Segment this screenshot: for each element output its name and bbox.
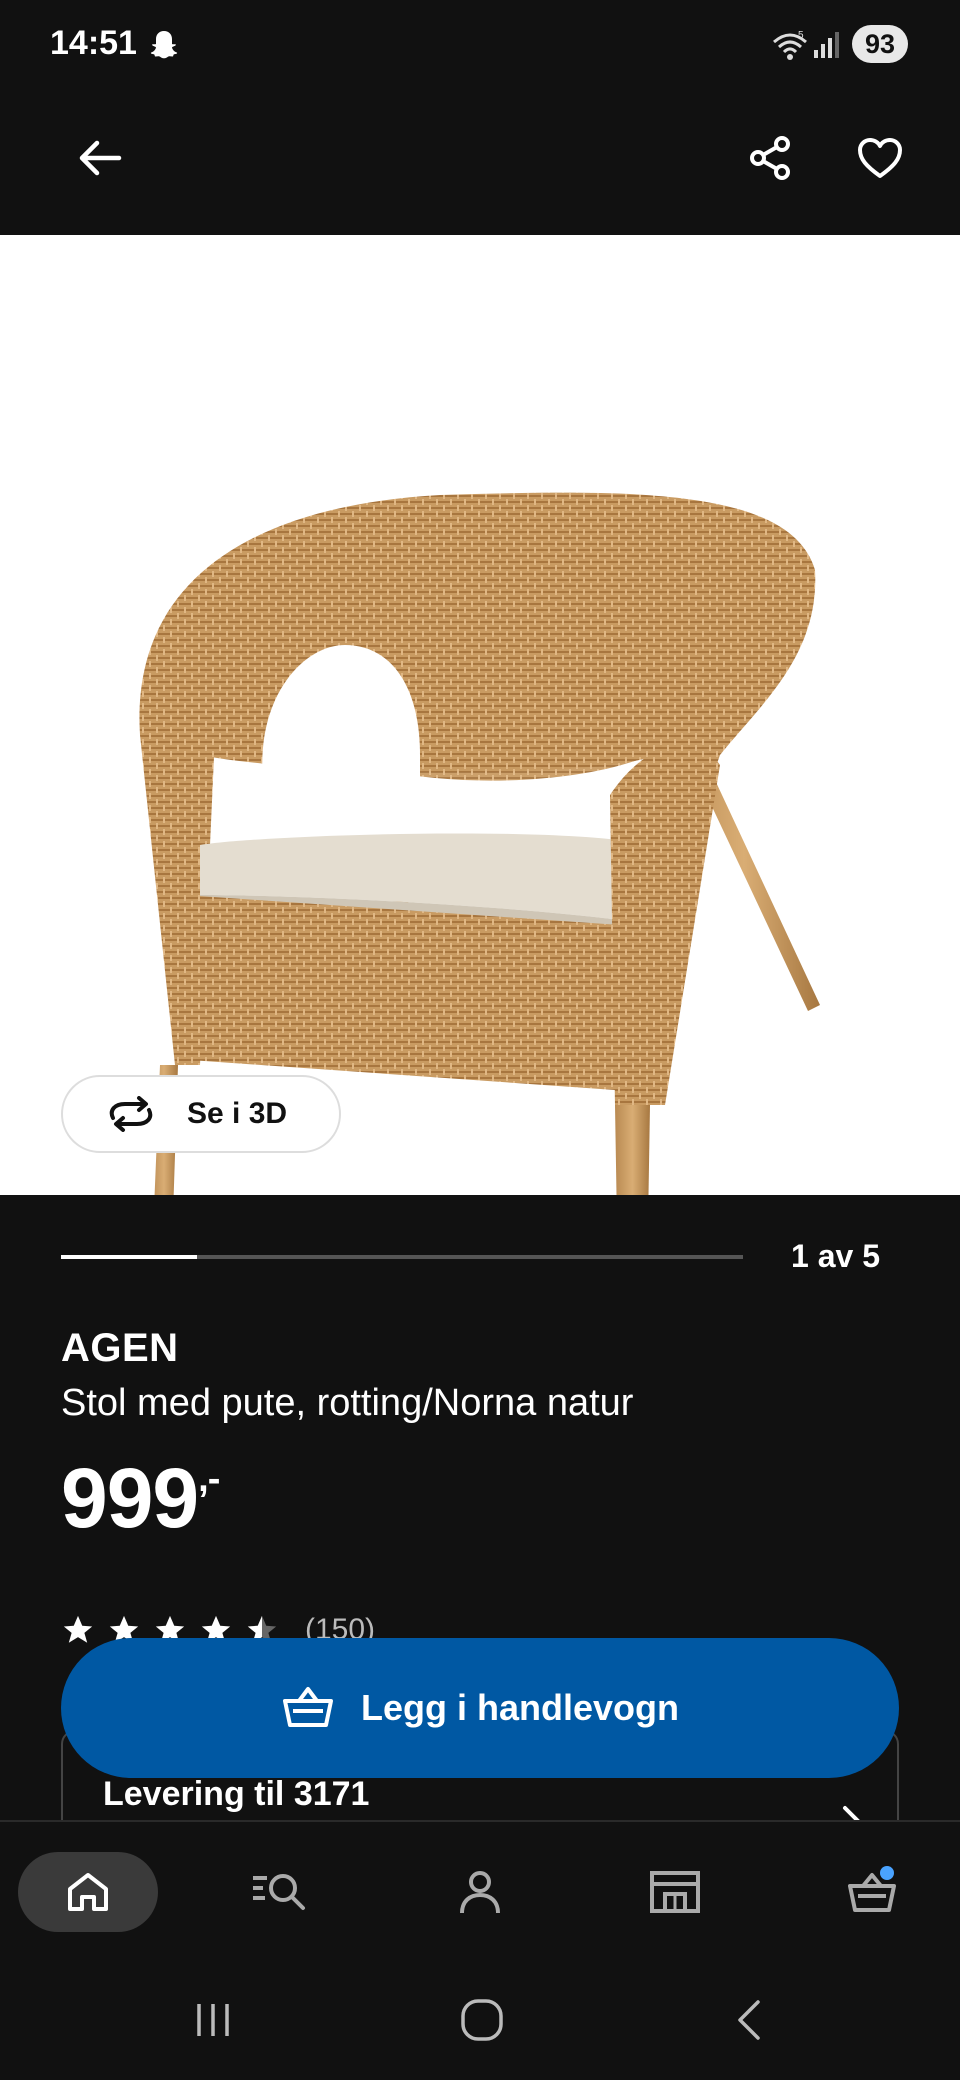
home-system-button[interactable] <box>442 1990 522 2050</box>
delivery-label: Levering til 3171 <box>103 1775 370 1813</box>
product-description: Stol med pute, rotting/Norna natur <box>61 1382 634 1424</box>
product-image[interactable]: Se i 3D <box>0 235 960 1195</box>
heart-icon <box>858 138 902 178</box>
rotate-3d-icon <box>109 1096 153 1132</box>
add-to-cart-label: Legg i handlevogn <box>360 1687 679 1728</box>
nav-home[interactable] <box>18 1852 158 1932</box>
store-icon <box>650 1871 700 1913</box>
basket-icon <box>282 1687 333 1727</box>
search-icon <box>253 1874 305 1910</box>
price-suffix: ,- <box>198 1458 220 1500</box>
system-back-button[interactable] <box>710 1990 790 2050</box>
product-price: 999,- <box>61 1450 220 1547</box>
carousel-counter: 1 av 5 <box>791 1238 880 1274</box>
svg-text:5: 5 <box>798 30 804 41</box>
chair-illustration <box>139 492 820 1195</box>
add-to-cart-button[interactable]: Legg i handlevogn <box>61 1638 899 1778</box>
favorite-button[interactable] <box>840 118 920 198</box>
status-bar: 14:51 5 93 <box>0 0 960 90</box>
carousel-progress-fill <box>61 1255 198 1259</box>
back-arrow-icon <box>79 140 122 176</box>
star-icon <box>63 1615 93 1643</box>
share-icon <box>750 136 790 180</box>
view-in-3d-label: Se i 3D <box>187 1097 288 1130</box>
system-navigation <box>0 1960 960 2080</box>
battery-badge: 93 <box>852 25 908 63</box>
recents-icon <box>197 2004 229 2036</box>
nav-store[interactable] <box>625 1852 725 1932</box>
nav-cart[interactable] <box>822 1852 922 1932</box>
back-icon <box>738 2000 760 2040</box>
recents-button[interactable] <box>173 1990 253 2050</box>
wifi-icon: 5 <box>773 30 807 60</box>
nav-search[interactable] <box>230 1852 330 1932</box>
share-button[interactable] <box>730 118 810 198</box>
bottom-navigation <box>0 1820 960 1960</box>
product-name: AGEN <box>61 1326 179 1370</box>
status-time: 14:51 <box>50 24 137 62</box>
price-value: 999 <box>61 1451 199 1545</box>
home-circle-icon <box>461 1999 503 2041</box>
home-icon <box>68 1873 108 1911</box>
view-in-3d-button[interactable]: Se i 3D <box>61 1075 341 1153</box>
top-app-bar <box>0 90 960 235</box>
snapchat-icon <box>150 31 178 59</box>
cart-badge-dot <box>880 1866 894 1880</box>
carousel-progress <box>61 1255 743 1259</box>
back-button[interactable] <box>60 118 140 198</box>
signal-icon <box>814 32 839 58</box>
profile-icon <box>460 1871 500 1914</box>
nav-profile[interactable] <box>430 1852 530 1932</box>
